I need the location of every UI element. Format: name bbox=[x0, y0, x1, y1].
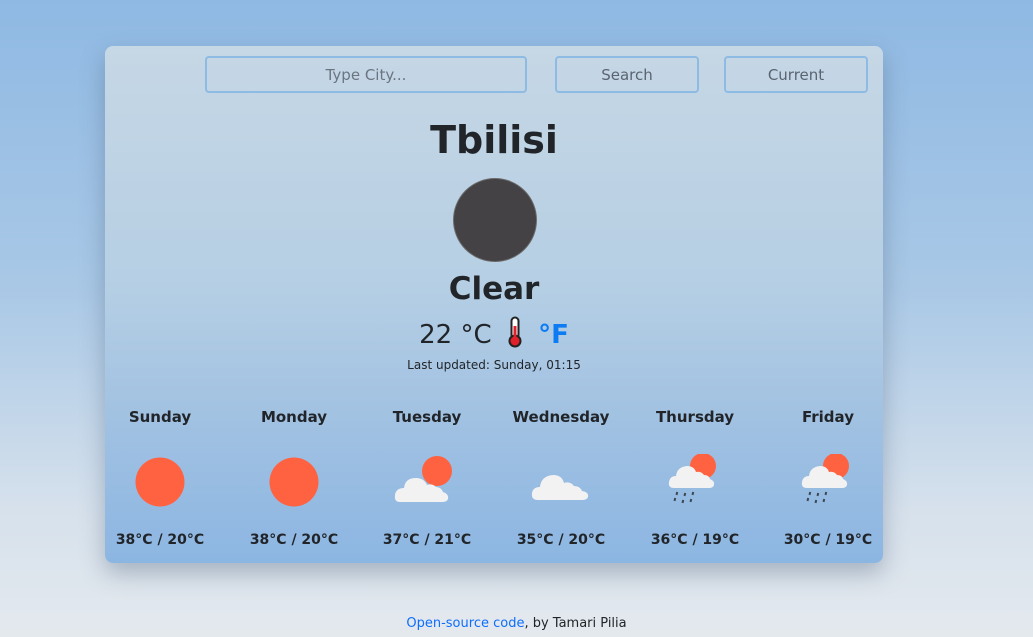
moon-clear-night-icon bbox=[453, 178, 537, 262]
weather-card: Search Current Tbilisi Clear 22 °C °F La… bbox=[105, 46, 883, 563]
forecast-day-name: Monday bbox=[260, 408, 328, 426]
city-name: Tbilisi bbox=[430, 118, 558, 162]
sun-icon bbox=[259, 454, 329, 510]
forecast-day: Thursday 36°C / 19°C bbox=[635, 408, 755, 548]
last-updated: Last updated: Sunday, 01:15 bbox=[407, 358, 581, 372]
forecast-day: Sunday 38°C / 20°C bbox=[100, 408, 220, 548]
forecast-day: Friday 30°C / 19°C bbox=[768, 408, 888, 548]
unit-fahrenheit-link[interactable]: °F bbox=[538, 320, 569, 350]
forecast-range: 35°C / 20°C bbox=[516, 532, 606, 548]
cloud-icon bbox=[526, 454, 596, 510]
rain-sun-icon bbox=[793, 453, 863, 510]
footer: Open-source code, by Tamari Pilia bbox=[0, 616, 1033, 631]
temperature-row: 22 °C °F bbox=[105, 316, 883, 355]
current-location-button[interactable]: Current bbox=[724, 56, 868, 93]
forecast-range: 30°C / 19°C bbox=[783, 532, 873, 548]
unit-celsius: °C bbox=[460, 320, 492, 350]
forecast-day-name: Friday bbox=[801, 408, 854, 426]
forecast-range: 36°C / 19°C bbox=[650, 532, 740, 548]
forecast-day-name: Tuesday bbox=[392, 408, 462, 426]
forecast-day: Wednesday 35°C / 20°C bbox=[501, 408, 621, 548]
partly-cloudy-icon bbox=[392, 454, 462, 510]
search-button[interactable]: Search bbox=[555, 56, 699, 93]
forecast-range: 38°C / 20°C bbox=[115, 532, 205, 548]
forecast-day: Tuesday 37°C / 21°C bbox=[367, 408, 487, 548]
weather-condition: Clear bbox=[448, 271, 540, 307]
thermometer-icon bbox=[506, 316, 524, 355]
forecast-day-name: Wednesday bbox=[512, 408, 610, 426]
city-search-input[interactable] bbox=[205, 56, 527, 93]
open-source-link[interactable]: Open-source code bbox=[406, 616, 524, 631]
forecast-day-name: Sunday bbox=[128, 408, 192, 426]
forecast-range: 37°C / 21°C bbox=[382, 532, 472, 548]
forecast-day-name: Thursday bbox=[655, 408, 735, 426]
footer-author: , by Tamari Pilia bbox=[524, 616, 627, 631]
rain-sun-icon bbox=[660, 453, 730, 510]
forecast-range: 38°C / 20°C bbox=[249, 532, 339, 548]
temperature-value: 22 bbox=[419, 320, 453, 350]
forecast-row: Sunday 38°C / 20°C Monday 38°C / 20°C Tu… bbox=[105, 408, 883, 558]
sun-icon bbox=[125, 454, 195, 510]
forecast-day: Monday 38°C / 20°C bbox=[234, 408, 354, 548]
